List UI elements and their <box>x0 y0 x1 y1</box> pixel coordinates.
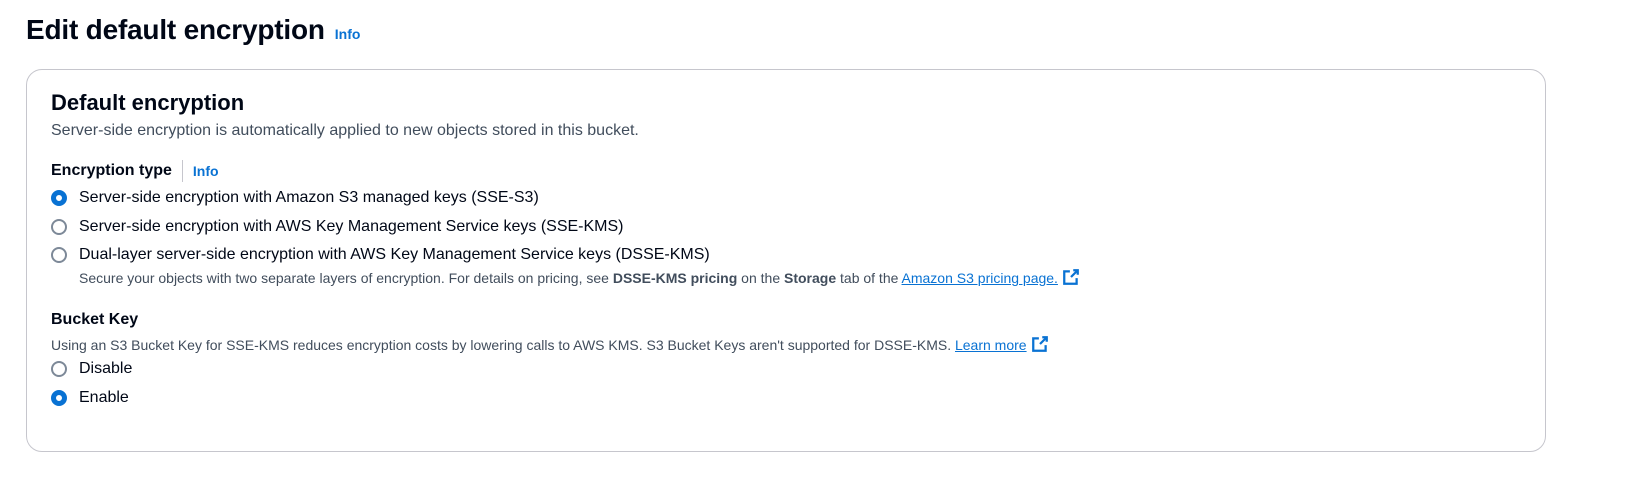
radio-bucket-key-disable[interactable]: Disable <box>51 360 132 378</box>
radio-button-checked[interactable] <box>51 390 67 406</box>
radio-sse-s3[interactable]: Server-side encryption with Amazon S3 ma… <box>51 189 539 207</box>
radio-bucket-key-enable[interactable]: Enable <box>51 389 129 407</box>
radio-button[interactable] <box>51 219 67 235</box>
page-title: Edit default encryption <box>26 14 325 45</box>
encryption-type-label-row: Encryption type Info <box>51 160 219 182</box>
label-divider <box>181 160 183 182</box>
external-link-icon <box>1063 269 1079 285</box>
bucket-key-help: Using an S3 Bucket Key for SSE-KMS reduc… <box>51 335 1049 353</box>
radio-label-sse-s3: Server-side encryption with Amazon S3 ma… <box>79 189 539 206</box>
bucket-key-label: Bucket Key <box>51 311 139 328</box>
bucket-key-label-row: Bucket Key <box>51 311 138 329</box>
radio-label-enable: Enable <box>79 389 129 406</box>
radio-label-dsse-kms: Dual-layer server-side encryption with A… <box>79 246 710 263</box>
s3-pricing-link-label: Amazon S3 pricing page. <box>901 270 1058 286</box>
radio-label-sse-kms: Server-side encryption with AWS Key Mana… <box>79 218 624 235</box>
dsse-desc-text-3: tab of the <box>836 270 902 286</box>
dsse-desc-text-2: on the <box>737 270 784 286</box>
radio-label-disable: Disable <box>79 360 133 377</box>
panel-description: Server-side encryption is automatically … <box>51 122 639 139</box>
radio-dsse-kms[interactable]: Dual-layer server-side encryption with A… <box>51 246 710 264</box>
page-header: Edit default encryption Info <box>26 14 360 46</box>
learn-more-label: Learn more <box>954 337 1027 353</box>
page: Edit default encryption Info Default enc… <box>0 0 1647 491</box>
panel-title: Default encryption <box>51 90 245 115</box>
dsse-kms-description: Secure your objects with two separate la… <box>79 268 1080 286</box>
header-info-link[interactable]: Info <box>335 26 361 42</box>
radio-button-checked[interactable] <box>51 190 67 206</box>
radio-button[interactable] <box>51 247 67 263</box>
bucket-key-help-text: Using an S3 Bucket Key for SSE-KMS reduc… <box>51 337 955 353</box>
s3-pricing-link[interactable]: Amazon S3 pricing page. <box>901 269 1080 286</box>
radio-sse-kms[interactable]: Server-side encryption with AWS Key Mana… <box>51 218 624 236</box>
dsse-desc-bold-2: Storage <box>784 270 837 286</box>
encryption-type-info-link[interactable]: Info <box>193 163 219 179</box>
dsse-desc-bold-1: DSSE-KMS pricing <box>612 270 738 286</box>
external-link-icon <box>1031 336 1048 352</box>
default-encryption-panel: Default encryption Server-side encryptio… <box>26 69 1546 452</box>
encryption-type-label: Encryption type <box>51 162 172 179</box>
radio-button[interactable] <box>51 361 67 377</box>
dsse-desc-text-1: Secure your objects with two separate la… <box>79 270 613 286</box>
learn-more-link[interactable]: Learn more <box>954 336 1049 353</box>
